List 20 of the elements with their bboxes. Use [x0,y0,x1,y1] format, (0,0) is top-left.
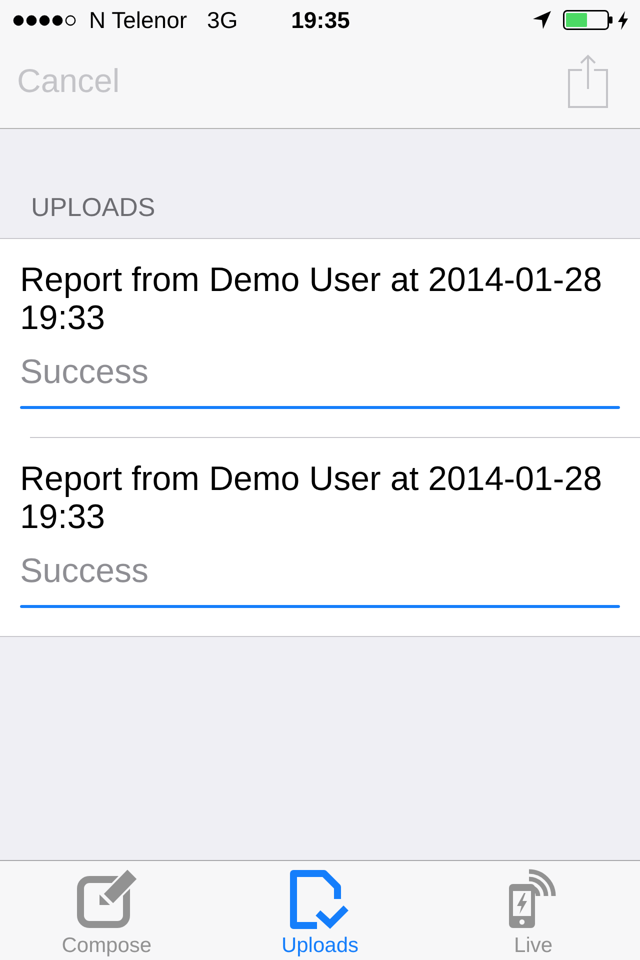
upload-title: Report from Demo User at 2014-01-28 19:33 [20,261,604,337]
location-arrow-icon [533,11,551,29]
pencil-square-icon [76,869,137,929]
carrier-name: N Telenor [89,7,188,33]
phone-signal-icon [509,869,558,929]
clock-time: 19:35 [291,7,350,33]
upload-status: Success [20,353,148,391]
tab[interactable]: Uploads [213,861,427,960]
document-check-icon [290,870,350,928]
network-type: 3G [207,7,238,33]
tab[interactable]: Live [426,861,640,960]
tab[interactable]: Compose [0,861,214,960]
upload-item[interactable]: Report from Demo User at 2014-01-28 19:33 Success [0,438,640,636]
upload-item[interactable]: Report from Demo User at 2014-01-28 19:33 Success [0,239,640,437]
share-icon [568,54,608,108]
upload-status: Success [20,552,148,590]
upload-title: Report from Demo User at 2014-01-28 19:33 [20,460,604,536]
lightning-bolt-icon [618,10,628,30]
section-header: UPLOADS [31,192,156,222]
battery-icon [563,10,613,30]
